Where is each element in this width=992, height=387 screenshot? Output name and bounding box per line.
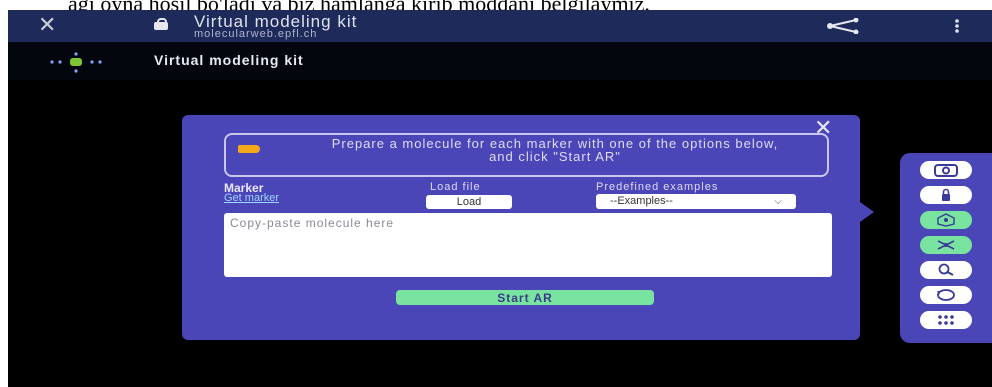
page-title: Virtual modeling kit (154, 52, 304, 68)
close-icon[interactable]: ✕ (38, 14, 56, 36)
molecule-link-icon[interactable] (920, 236, 972, 254)
molecule-setup-panel: ✕ Prepare a molecule for each marker wit… (182, 115, 860, 340)
zoom-icon[interactable] (920, 261, 972, 279)
app-bar: ✕ Virtual modeling kit molecularweb.epfl… (8, 10, 992, 42)
predefined-examples-label: Predefined examples (596, 181, 719, 193)
load-button[interactable]: Load (426, 195, 512, 209)
lock-icon (154, 18, 168, 30)
tool-sidebar (900, 153, 992, 343)
sub-bar: Virtual modeling kit (8, 42, 992, 80)
examples-select-value: --Examples-- (610, 195, 673, 207)
get-marker-link[interactable]: Get marker (224, 192, 279, 204)
navigation-dots-icon[interactable] (48, 52, 108, 73)
camera-icon[interactable] (920, 161, 972, 179)
atom-lock-icon[interactable] (920, 186, 972, 204)
load-file-label: Load file (430, 181, 481, 193)
pointing-hand-icon (238, 145, 260, 153)
rotate-icon[interactable] (920, 286, 972, 304)
panel-pointer (860, 202, 874, 222)
examples-select[interactable]: --Examples-- ⌵ (596, 194, 796, 209)
more-vertical-icon[interactable] (954, 18, 960, 37)
share-icon[interactable] (826, 17, 860, 39)
chevron-down-icon: ⌵ (774, 196, 782, 207)
instruction-text: Prepare a molecule for each marker with … (331, 136, 779, 164)
start-ar-button[interactable]: Start AR (396, 290, 654, 305)
phone-screen: ✕ Virtual modeling kit molecularweb.epfl… (8, 10, 992, 387)
molecule-build-icon[interactable] (920, 211, 972, 229)
atoms-grid-icon[interactable] (920, 311, 972, 329)
instruction-notice: Prepare a molecule for each marker with … (224, 133, 829, 177)
app-url: molecularweb.epfl.ch (194, 28, 318, 40)
molecule-textarea[interactable]: Copy-paste molecule here (224, 213, 832, 277)
